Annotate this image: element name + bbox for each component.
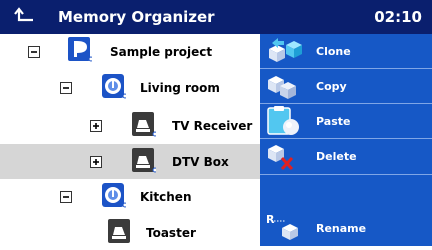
copy-button[interactable]: Copy <box>260 69 432 104</box>
tree-item-living-room[interactable]: Living room <box>0 71 260 106</box>
tree-item-label: TV Receiver <box>172 119 253 133</box>
tree-item-label: DTV Box <box>172 155 229 169</box>
collapse-toggle-icon[interactable] <box>60 82 72 94</box>
delete-label: Delete <box>316 150 357 163</box>
rename-label: Rename <box>316 222 367 235</box>
tree-item-tv-receiver[interactable]: TV Receiver <box>0 108 260 143</box>
rename-button[interactable]: R Rename <box>260 210 432 246</box>
paste-label: Paste <box>316 115 351 128</box>
tree-item-sample-project[interactable]: Sample project <box>0 34 260 69</box>
memory-tree: Sample project Living room TV Receiver D… <box>0 34 260 246</box>
tree-item-kitchen[interactable]: Kitchen <box>0 180 260 215</box>
room-icon <box>102 74 126 100</box>
appliance-icon <box>132 148 156 174</box>
paste-icon <box>264 105 304 137</box>
collapse-toggle-icon[interactable] <box>60 191 72 203</box>
appliance-icon <box>108 219 132 245</box>
tree-item-label: Sample project <box>110 45 213 59</box>
clone-button[interactable]: Clone <box>260 34 432 69</box>
copy-label: Copy <box>316 80 347 93</box>
copy-icon <box>264 70 304 102</box>
paste-button[interactable]: Paste <box>260 104 432 139</box>
tree-item-label: Toaster <box>146 226 196 240</box>
title-bar: Memory Organizer 02:10 <box>0 0 432 34</box>
expand-toggle-icon[interactable] <box>90 120 102 132</box>
clock: 02:10 <box>374 8 422 26</box>
tree-item-dtv-box[interactable]: DTV Box <box>0 144 260 179</box>
project-icon <box>68 37 92 63</box>
room-icon <box>102 183 126 209</box>
appliance-icon <box>132 112 156 138</box>
expand-toggle-icon[interactable] <box>90 156 102 168</box>
delete-icon <box>264 140 304 172</box>
clone-icon <box>264 35 304 67</box>
clone-label: Clone <box>316 45 351 58</box>
tree-item-label: Kitchen <box>140 190 192 204</box>
rename-icon: R <box>264 211 304 243</box>
page-title: Memory Organizer <box>58 8 215 26</box>
tree-item-label: Living room <box>140 81 220 95</box>
collapse-toggle-icon[interactable] <box>28 46 40 58</box>
back-icon[interactable] <box>14 7 36 27</box>
action-sidebar: Clone Copy Paste Delete R Rename <box>260 34 432 246</box>
tree-item-toaster[interactable]: Toaster <box>0 215 260 250</box>
svg-text:R: R <box>266 213 275 226</box>
delete-button[interactable]: Delete <box>260 139 432 175</box>
